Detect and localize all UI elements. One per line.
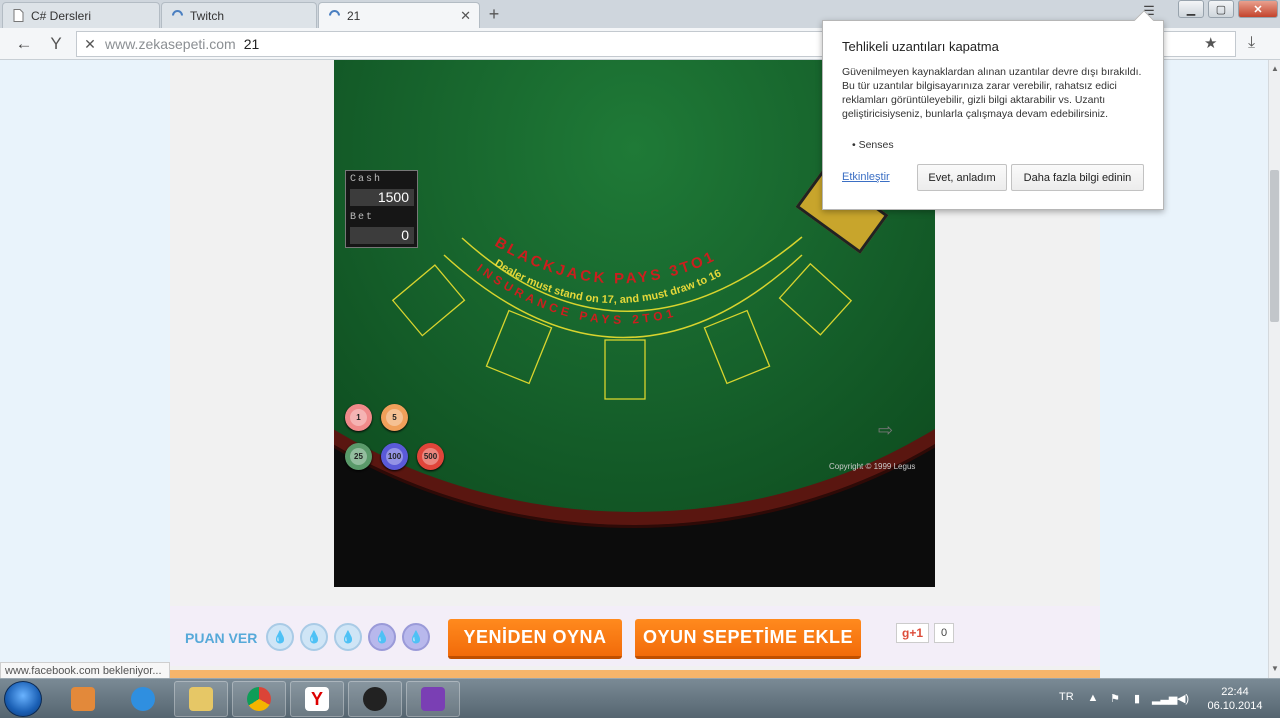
bookmark-star-icon[interactable]: ★ bbox=[1204, 34, 1217, 52]
battery-icon[interactable]: ▮ bbox=[1130, 692, 1144, 706]
scroll-down-icon[interactable]: ▼ bbox=[1271, 664, 1279, 673]
enable-link[interactable]: Etkinleştir bbox=[842, 171, 890, 183]
minimize-button[interactable]: ▁ bbox=[1178, 0, 1204, 18]
chrome-icon[interactable] bbox=[232, 681, 286, 717]
rating-drop-icon[interactable]: 💧 bbox=[266, 623, 294, 651]
card-slot bbox=[604, 339, 646, 400]
dangerous-extensions-popup: Tehlikeli uzantıları kapatma Güvenilmeye… bbox=[822, 10, 1164, 210]
tab-21[interactable]: 21 ✕ bbox=[318, 2, 480, 28]
chip-25[interactable]: 25 bbox=[345, 443, 372, 470]
rating-drop-icon[interactable]: 💧 bbox=[300, 623, 328, 651]
rating-label: PUAN VER bbox=[185, 630, 258, 646]
game-action-bar: PUAN VER 💧 💧 💧 💧 💧 YENİDEN OYNA OYUN SEP… bbox=[170, 606, 1100, 666]
bet-label: Bet bbox=[350, 212, 375, 223]
internet-explorer-icon[interactable] bbox=[116, 681, 170, 717]
new-tab-button[interactable]: + bbox=[484, 4, 504, 24]
chip-100[interactable]: 100 bbox=[381, 443, 408, 470]
document-icon bbox=[11, 9, 25, 23]
cash-panel: Cash 1500 Bet 0 bbox=[345, 170, 418, 248]
card-slot bbox=[485, 309, 553, 385]
tab-twitch[interactable]: Twitch bbox=[161, 2, 317, 28]
loading-icon bbox=[327, 9, 341, 23]
stop-icon[interactable]: ✕ bbox=[77, 36, 103, 53]
bet-value: 0 bbox=[350, 227, 414, 244]
more-info-button[interactable]: Daha fazla bilgi edinin bbox=[1011, 164, 1144, 191]
rating-drop-icon[interactable]: 💧 bbox=[402, 623, 430, 651]
card-slot bbox=[703, 309, 771, 385]
system-tray: TR ▲ ⚑ ▮ ▂▃▅ ◀) 22:44 06.10.2014 bbox=[1050, 679, 1280, 718]
close-icon[interactable]: ✕ bbox=[460, 8, 471, 24]
yandex-icon[interactable]: Y bbox=[46, 33, 66, 55]
download-icon[interactable]: ⤓ bbox=[1248, 34, 1255, 52]
language-indicator[interactable]: TR bbox=[1059, 691, 1074, 703]
visual-studio-icon[interactable] bbox=[406, 681, 460, 717]
url-path: 21 bbox=[243, 36, 260, 52]
cash-value: 1500 bbox=[350, 189, 414, 206]
tray-arrow-icon[interactable]: ▲ bbox=[1086, 692, 1100, 706]
clock-date: 06.10.2014 bbox=[1207, 700, 1263, 712]
clock[interactable]: 22:44 06.10.2014 bbox=[1200, 685, 1270, 713]
rating-drop-icon[interactable]: 💧 bbox=[368, 623, 396, 651]
add-to-basket-button[interactable]: OYUN SEPETİME EKLE bbox=[635, 619, 861, 659]
windows-taskbar: Y TR ▲ ⚑ ▮ ▂▃▅ ◀) 22:44 06.10.2014 bbox=[0, 678, 1280, 718]
flag-icon[interactable]: ⚑ bbox=[1108, 692, 1122, 706]
network-icon[interactable]: ▂▃▅ bbox=[1152, 692, 1177, 706]
clock-time: 22:44 bbox=[1221, 686, 1249, 698]
card-slot bbox=[391, 264, 466, 337]
vertical-scrollbar[interactable]: ▲ ▼ bbox=[1268, 60, 1280, 678]
exit-icon[interactable]: ⇨ bbox=[878, 420, 900, 440]
footer-accent-line bbox=[170, 670, 1100, 678]
ok-button[interactable]: Evet, anladım bbox=[917, 164, 1007, 191]
card-slot bbox=[778, 262, 853, 336]
back-arrow-icon[interactable]: ← bbox=[14, 34, 34, 54]
replay-button[interactable]: YENİDEN OYNA bbox=[448, 619, 622, 659]
volume-icon[interactable]: ◀) bbox=[1176, 692, 1190, 706]
tab-label: Twitch bbox=[190, 8, 225, 23]
start-button[interactable] bbox=[4, 681, 42, 717]
obs-icon[interactable] bbox=[348, 681, 402, 717]
file-explorer-icon[interactable] bbox=[174, 681, 228, 717]
gplus-button[interactable]: g+1 bbox=[896, 623, 930, 643]
popup-extension-item: • Senses bbox=[852, 139, 894, 151]
scrollbar-thumb[interactable] bbox=[1270, 170, 1279, 322]
cash-label: Cash bbox=[350, 174, 383, 185]
copyright-text: Copyright © 1999 Legus bbox=[829, 462, 916, 471]
rating-drop-icon[interactable]: 💧 bbox=[334, 623, 362, 651]
media-player-icon[interactable] bbox=[56, 681, 110, 717]
loading-icon bbox=[170, 9, 184, 23]
scroll-up-icon[interactable]: ▲ bbox=[1271, 64, 1279, 73]
url-host: www.zekasepeti.com bbox=[105, 36, 236, 52]
maximize-button[interactable]: ▢ bbox=[1208, 0, 1234, 18]
popup-body: Güvenilmeyen kaynaklardan alınan uzantıl… bbox=[842, 66, 1142, 120]
window-controls: ▁ ▢ ✕ bbox=[1178, 0, 1278, 18]
chip-5[interactable]: 5 bbox=[381, 404, 408, 431]
gplus-count: 0 bbox=[934, 623, 954, 643]
window-close-button[interactable]: ✕ bbox=[1238, 0, 1278, 18]
chip-1[interactable]: 1 bbox=[345, 404, 372, 431]
tab-label: 21 bbox=[347, 8, 361, 23]
chip-500[interactable]: 500 bbox=[417, 443, 444, 470]
yandex-browser-icon[interactable]: Y bbox=[290, 681, 344, 717]
tab-label: C# Dersleri bbox=[31, 8, 92, 23]
tab-c-dersleri[interactable]: C# Dersleri bbox=[2, 2, 160, 28]
popup-title: Tehlikeli uzantıları kapatma bbox=[842, 39, 999, 54]
